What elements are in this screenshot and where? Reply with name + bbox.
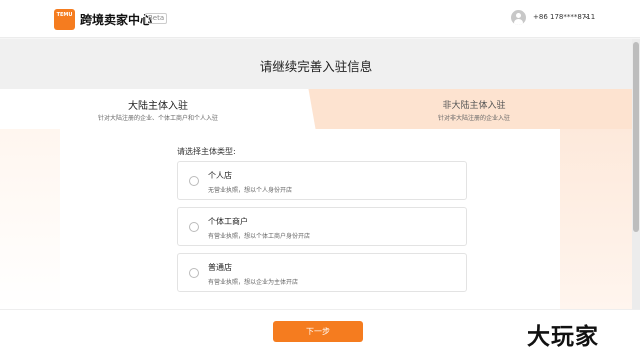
entity-type-label: 请选择主体类型: [177, 147, 236, 156]
temu-logo[interactable]: TEMU [54, 9, 75, 30]
tab-mainland-entity[interactable]: 大陆主体入驻 针对大陆注册的企业、个体工商户和个人入驻 [0, 89, 316, 129]
brand-title: 跨境卖家中心 [80, 13, 153, 27]
option-title: 个人店 [208, 171, 232, 180]
radio-button[interactable] [189, 176, 199, 186]
watermark-logo: 大玩家 [527, 324, 599, 350]
tab-title: 大陆主体入驻 [128, 101, 188, 112]
top-bar: TEMU 跨境卖家中心 Beta +86 178****8711 ⌄ [0, 0, 640, 38]
option-title: 普通店 [208, 263, 232, 272]
main-content: 大陆主体入驻 针对大陆注册的企业、个体工商户和个人入驻 非大陆主体入驻 针对非大… [0, 89, 632, 309]
option-description: 有营业执照，想以企业为主体开店 [208, 279, 299, 286]
option-personal-store[interactable]: 个人店 无营业执照，想以个人身份开店 [177, 161, 467, 200]
chevron-down-icon[interactable]: ⌄ [583, 11, 590, 20]
option-regular-store[interactable]: 普通店 有营业执照，想以企业为主体开店 [177, 253, 467, 292]
radio-button[interactable] [189, 268, 199, 278]
beta-badge: Beta [145, 13, 168, 24]
option-individual-business[interactable]: 个体工商户 有营业执照，想以个体工商户身份开店 [177, 207, 467, 246]
tab-title: 非大陆主体入驻 [442, 101, 506, 111]
option-description: 有营业执照，想以个体工商户身份开店 [208, 233, 311, 240]
option-description: 无营业执照，想以个人身份开店 [208, 187, 293, 194]
background-decoration-right [560, 129, 632, 309]
radio-button[interactable] [189, 222, 199, 232]
tab-subtitle: 针对非大陆注册的企业入驻 [437, 115, 510, 122]
bottom-bar: 下一步 大玩家 [0, 309, 640, 353]
scrollbar-thumb[interactable] [633, 42, 639, 232]
tab-subtitle: 针对大陆注册的企业、个体工商户和个人入驻 [97, 115, 218, 122]
avatar-icon[interactable] [511, 10, 526, 25]
option-title: 个体工商户 [208, 217, 248, 226]
tab-non-mainland-entity[interactable]: 非大陆主体入驻 针对非大陆注册的企业入驻 [316, 89, 632, 129]
logo-text: TEMU [56, 12, 73, 18]
page-title: 请继续完善入驻信息 [259, 59, 373, 74]
background-decoration-left [0, 129, 60, 309]
title-bar: 请继续完善入驻信息 [0, 39, 632, 89]
next-step-button[interactable]: 下一步 [273, 321, 363, 342]
